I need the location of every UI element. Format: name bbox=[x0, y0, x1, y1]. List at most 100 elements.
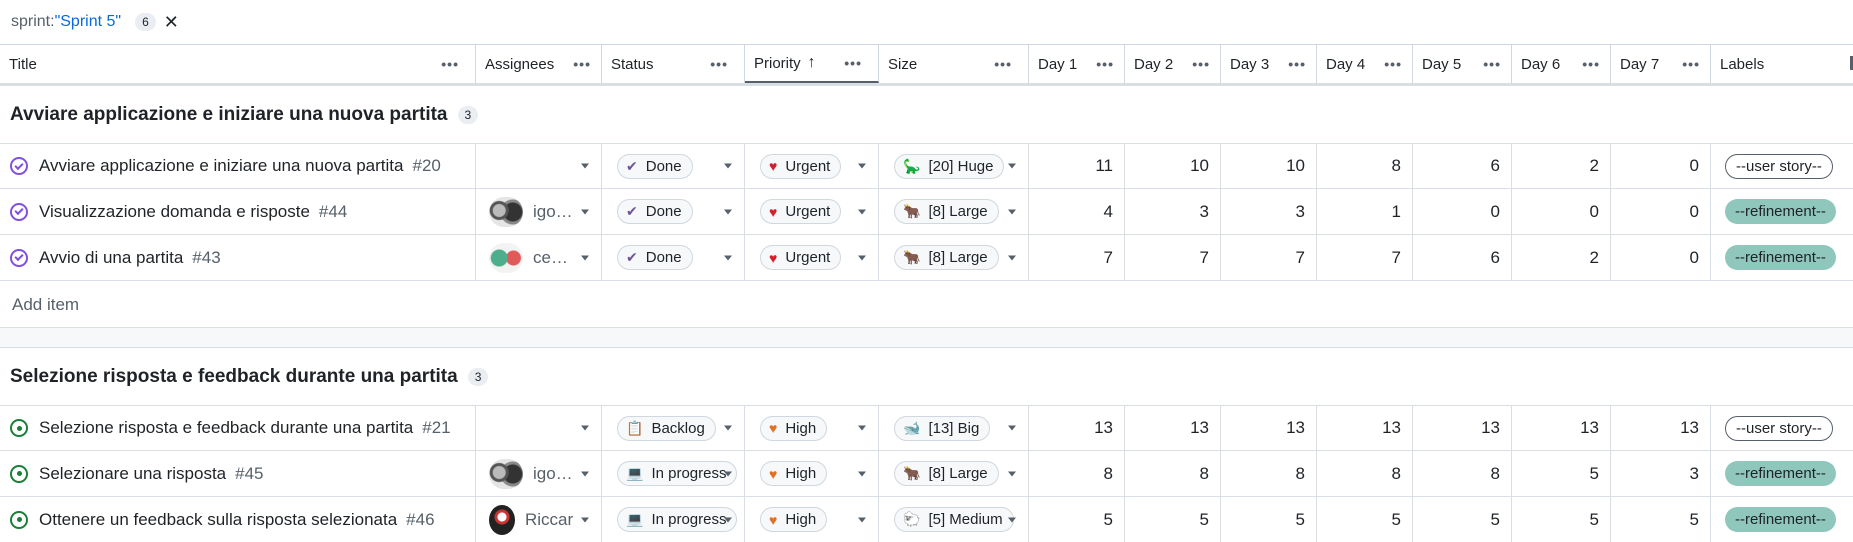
title-cell[interactable]: Visualizzazione domanda e risposte #44 bbox=[0, 189, 476, 234]
column-menu-icon[interactable]: ••• bbox=[1384, 56, 1402, 72]
labels-cell[interactable]: --refinement-- bbox=[1711, 451, 1853, 496]
column-menu-icon[interactable]: ••• bbox=[1096, 56, 1114, 72]
table-row[interactable]: Avvio di una partita #43 ce… ✔ Done ♥ Urgent 🐂 [… bbox=[0, 235, 1853, 281]
column-menu-icon[interactable]: ••• bbox=[573, 56, 591, 72]
chevron-down-icon[interactable] bbox=[581, 471, 589, 476]
status-pill[interactable]: ✔ Done bbox=[617, 245, 693, 270]
priority-cell[interactable]: ♥ High bbox=[745, 406, 879, 450]
chevron-down-icon[interactable] bbox=[724, 471, 732, 476]
chevron-down-icon[interactable] bbox=[724, 255, 732, 260]
chevron-down-icon[interactable] bbox=[858, 471, 866, 476]
chevron-down-icon[interactable] bbox=[581, 209, 589, 214]
chevron-down-icon[interactable] bbox=[724, 163, 732, 169]
day-5-cell[interactable]: 5 bbox=[1413, 497, 1512, 542]
day-5-cell[interactable]: 6 bbox=[1413, 144, 1512, 188]
day-7-cell[interactable]: 0 bbox=[1611, 235, 1711, 280]
assignees-cell[interactable]: igo… bbox=[476, 189, 602, 234]
day-3-cell[interactable]: 10 bbox=[1221, 144, 1317, 188]
size-cell[interactable]: 🐋 [13] Big bbox=[879, 406, 1029, 450]
day-5-cell[interactable]: 8 bbox=[1413, 451, 1512, 496]
priority-cell[interactable]: ♥ High bbox=[745, 497, 879, 542]
chevron-down-icon[interactable] bbox=[724, 425, 732, 431]
day-5-cell[interactable]: 13 bbox=[1413, 406, 1512, 450]
chevron-down-icon[interactable] bbox=[1008, 517, 1016, 522]
filter-query[interactable]: sprint:"Sprint 5" bbox=[11, 13, 121, 31]
title-cell[interactable]: Selezione risposta e feedback durante un… bbox=[0, 406, 476, 450]
day-1-cell[interactable]: 4 bbox=[1029, 189, 1125, 234]
size-pill[interactable]: 🦕 [20] Huge bbox=[894, 153, 1005, 179]
day-3-cell[interactable]: 7 bbox=[1221, 235, 1317, 280]
day-3-cell[interactable]: 5 bbox=[1221, 497, 1317, 542]
day-6-cell[interactable]: 5 bbox=[1512, 451, 1611, 496]
chevron-down-icon[interactable] bbox=[858, 255, 866, 260]
close-icon[interactable]: ✕ bbox=[164, 12, 179, 33]
status-cell[interactable]: ✔ Done bbox=[602, 235, 745, 280]
status-pill[interactable]: ✔ Done bbox=[617, 199, 693, 224]
column-header-size[interactable]: Size ••• bbox=[879, 45, 1029, 83]
priority-cell[interactable]: ♥ Urgent bbox=[745, 144, 879, 188]
status-cell[interactable]: ✔ Done bbox=[602, 189, 745, 234]
assignees-cell[interactable]: Riccar bbox=[476, 497, 602, 542]
column-header-day-2[interactable]: Day 2 ••• bbox=[1125, 45, 1221, 83]
size-cell[interactable]: 🐑 [5] Medium bbox=[879, 497, 1029, 542]
chevron-down-icon[interactable] bbox=[724, 209, 732, 214]
day-2-cell[interactable]: 7 bbox=[1125, 235, 1221, 280]
labels-cell[interactable]: --refinement-- bbox=[1711, 235, 1853, 280]
day-1-cell[interactable]: 7 bbox=[1029, 235, 1125, 280]
chevron-down-icon[interactable] bbox=[858, 209, 866, 214]
day-1-cell[interactable]: 5 bbox=[1029, 497, 1125, 542]
column-header-priority[interactable]: Priority ↑ ••• bbox=[745, 45, 879, 83]
group-header[interactable]: Selezione risposta e feedback durante un… bbox=[10, 366, 489, 388]
chevron-down-icon[interactable] bbox=[1008, 471, 1016, 476]
title-cell[interactable]: Selezionare una risposta #45 bbox=[0, 451, 476, 496]
assignees-cell[interactable]: ce… bbox=[476, 235, 602, 280]
column-header-day-6[interactable]: Day 6 ••• bbox=[1512, 45, 1611, 83]
chevron-down-icon[interactable] bbox=[858, 163, 866, 169]
group-header[interactable]: Avviare applicazione e iniziare una nuov… bbox=[10, 104, 479, 126]
day-2-cell[interactable]: 5 bbox=[1125, 497, 1221, 542]
day-6-cell[interactable]: 2 bbox=[1512, 235, 1611, 280]
day-5-cell[interactable]: 0 bbox=[1413, 189, 1512, 234]
title-cell[interactable]: Avvio di una partita #43 bbox=[0, 235, 476, 280]
status-cell[interactable]: 📋 Backlog bbox=[602, 406, 745, 450]
filter-bar[interactable]: sprint:"Sprint 5" 6 ✕ bbox=[0, 0, 1853, 44]
status-cell[interactable]: 💻 In progress bbox=[602, 451, 745, 496]
table-row[interactable]: Avviare applicazione e iniziare una nuov… bbox=[0, 143, 1853, 189]
day-7-cell[interactable]: 13 bbox=[1611, 406, 1711, 450]
status-pill[interactable]: 📋 Backlog bbox=[617, 415, 716, 441]
labels-cell[interactable]: --refinement-- bbox=[1711, 497, 1853, 542]
day-2-cell[interactable]: 3 bbox=[1125, 189, 1221, 234]
priority-pill[interactable]: ♥ Urgent bbox=[760, 245, 842, 270]
column-menu-icon[interactable]: ••• bbox=[710, 56, 728, 72]
labels-cell[interactable]: --user story-- bbox=[1711, 144, 1853, 188]
day-2-cell[interactable]: 8 bbox=[1125, 451, 1221, 496]
day-4-cell[interactable]: 13 bbox=[1317, 406, 1413, 450]
column-menu-icon[interactable]: ••• bbox=[1483, 56, 1501, 72]
size-pill[interactable]: 🐋 [13] Big bbox=[894, 415, 991, 441]
day-5-cell[interactable]: 6 bbox=[1413, 235, 1512, 280]
day-3-cell[interactable]: 3 bbox=[1221, 189, 1317, 234]
chevron-down-icon[interactable] bbox=[581, 517, 589, 522]
add-item-button[interactable]: Add item bbox=[0, 282, 1853, 328]
priority-pill[interactable]: ♥ High bbox=[760, 461, 828, 486]
day-7-cell[interactable]: 0 bbox=[1611, 144, 1711, 188]
size-pill[interactable]: 🐂 [8] Large bbox=[894, 245, 999, 270]
chevron-down-icon[interactable] bbox=[581, 425, 589, 431]
table-row[interactable]: Visualizzazione domanda e risposte #44 igo… bbox=[0, 189, 1853, 235]
column-header-labels[interactable]: Labels bbox=[1711, 45, 1853, 83]
column-header-day-7[interactable]: Day 7 ••• bbox=[1611, 45, 1711, 83]
day-7-cell[interactable]: 0 bbox=[1611, 189, 1711, 234]
assignees-cell[interactable] bbox=[476, 144, 602, 188]
priority-pill[interactable]: ♥ High bbox=[760, 507, 828, 532]
day-6-cell[interactable]: 0 bbox=[1512, 189, 1611, 234]
chevron-down-icon[interactable] bbox=[1008, 425, 1016, 431]
column-menu-icon[interactable]: ••• bbox=[994, 56, 1012, 72]
chevron-down-icon[interactable] bbox=[724, 517, 732, 522]
status-cell[interactable]: ✔ Done bbox=[602, 144, 745, 188]
size-cell[interactable]: 🐂 [8] Large bbox=[879, 451, 1029, 496]
day-4-cell[interactable]: 5 bbox=[1317, 497, 1413, 542]
day-6-cell[interactable]: 5 bbox=[1512, 497, 1611, 542]
status-pill[interactable]: 💻 In progress bbox=[617, 507, 738, 532]
priority-cell[interactable]: ♥ Urgent bbox=[745, 189, 879, 234]
chevron-down-icon[interactable] bbox=[1008, 255, 1016, 260]
